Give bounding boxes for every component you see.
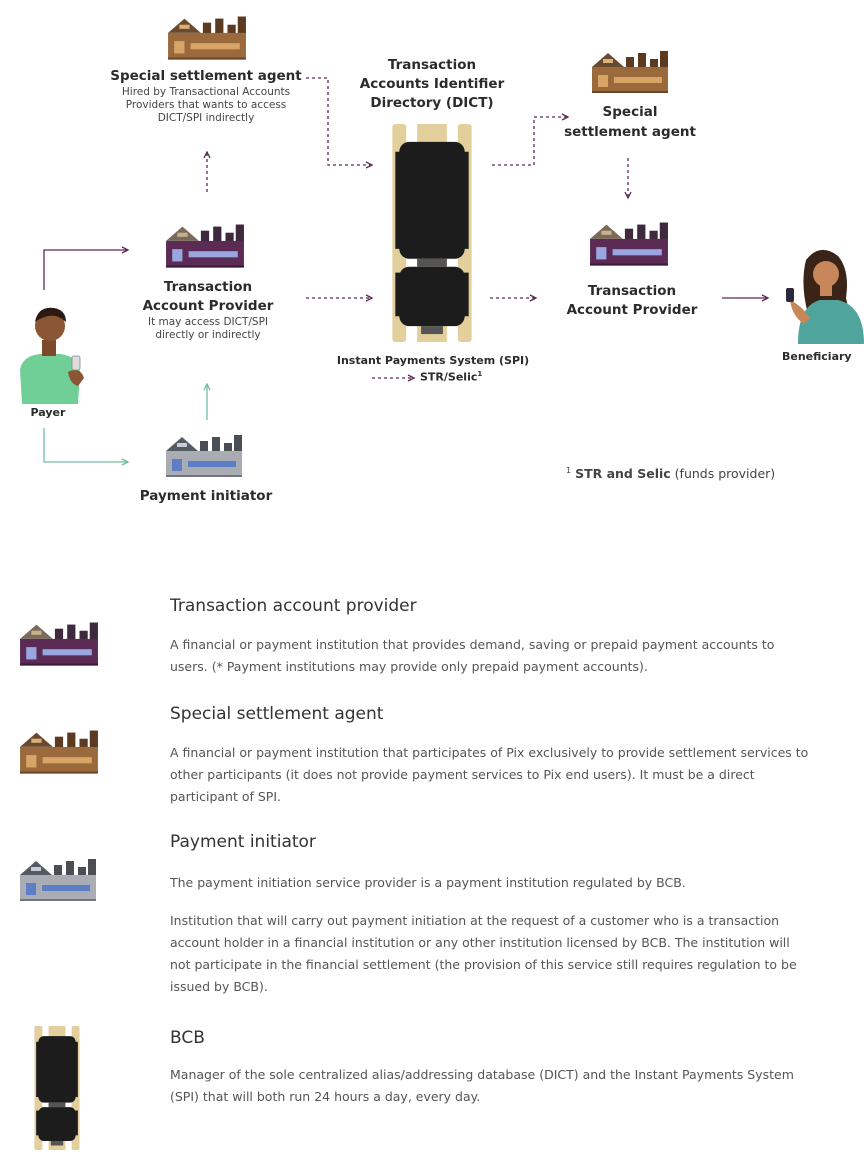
tap-left-title: Transaction Account Provider [142,279,274,314]
tap-left-desc: It may access DICT/SPI directly or indir… [147,316,269,341]
tap-right-building-icon [588,216,670,268]
bcb-icon [384,124,480,342]
payer-person-icon [8,300,92,404]
legend-text-special-settlement-agent: A financial or payment institution that … [170,745,809,804]
legend-text-bcb: Manager of the sole centralized alias/ad… [170,1067,794,1104]
tap-right-title: Transaction Account Provider [566,283,698,318]
pix-diagram: Special settlement agent Hired by Transa… [0,0,864,540]
str-selic-label: STR/Selic1 [420,370,483,384]
ssa-right-building-icon [590,44,670,96]
spi-label: Instant Payments System (SPI) [336,354,530,367]
arrow-payer-to-initiator [43,428,128,462]
legend-purple-building-icon [18,616,100,668]
legend-text-payment-initiator: The payment initiation service provider … [170,875,686,890]
dict-title: Transaction Accounts Identifier Director… [359,57,505,111]
legend-gray-building-icon [18,852,98,904]
legend-title-payment-initiator: Payment initiator [170,832,316,852]
footnote: 1 STR and Selic (funds provider) [566,466,776,482]
beneficiary-label: Beneficiary [782,350,852,363]
ssa-right-title: Special settlement agent [564,104,696,140]
legend-text-payment-initiator-detail: Institution that will carry out payment … [170,913,797,994]
beneficiary-person-icon [780,244,864,344]
legend-bcb-icon [30,1026,84,1146]
legend-title-bcb: BCB [170,1028,205,1048]
payer-label: Payer [30,406,66,419]
legend-text-transaction-account-provider: A financial or payment institution that … [170,637,775,674]
payment-initiator-label: Payment initiator [139,488,273,504]
payment-initiator-building-icon [164,428,244,480]
legend-title-transaction-account-provider: Transaction account provider [170,596,417,616]
ssa-left-building-icon [166,10,248,62]
legend-title-special-settlement-agent: Special settlement agent [170,704,384,724]
ssa-left-desc: Hired by Transactional Accounts Provider… [121,86,291,124]
legend-brown-building-icon [18,724,100,776]
ssa-left-title: Special settlement agent [110,68,302,84]
tap-left-building-icon [164,218,246,270]
